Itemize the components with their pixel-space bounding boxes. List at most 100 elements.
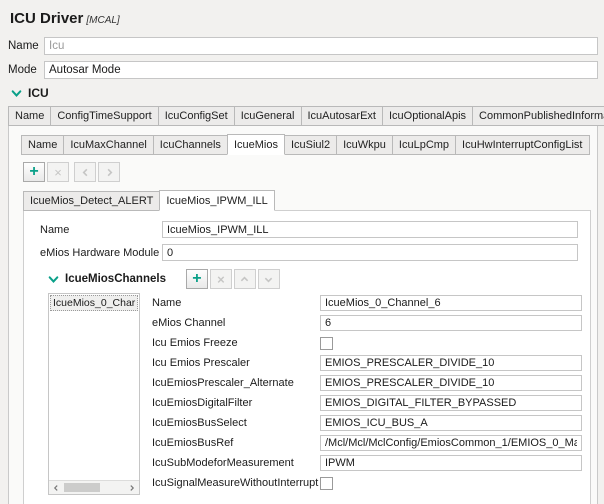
delete-button[interactable]: × [47, 162, 69, 182]
bus-ref-input[interactable] [320, 435, 582, 451]
chevron-right-icon [105, 168, 114, 177]
tab-icugeneral[interactable]: IcuGeneral [233, 106, 302, 126]
channel-list-hscrollbar[interactable] [49, 480, 139, 494]
channels-toolbar: + × [185, 269, 280, 289]
prescaler-alternate-input[interactable] [320, 375, 582, 391]
scroll-right-icon[interactable] [125, 481, 139, 494]
bus-ref-row: IcuEmiosBusRef [152, 433, 582, 453]
icu-emios-freeze-checkbox[interactable] [320, 336, 333, 350]
next-button[interactable] [98, 162, 120, 182]
icu-section-header: ICU [11, 86, 600, 100]
bus-select-input[interactable] [320, 415, 582, 431]
signal-measure-without-interrupt-checkbox[interactable] [320, 476, 333, 490]
page-title: ICU Driver [MCAL] [8, 8, 600, 37]
chevron-up-icon [240, 275, 249, 284]
emios-toolbar: + × [23, 162, 591, 182]
bus-select-label: IcuEmiosBusSelect [152, 417, 247, 429]
signal-measure-without-interrupt-row: IcuSignalMeasureWithoutInterrupt [152, 473, 582, 493]
add-channel-button[interactable]: + [185, 269, 208, 289]
chevron-down-icon [264, 275, 273, 284]
chevron-down-icon[interactable] [11, 88, 22, 99]
icu-emios-prescaler-input[interactable] [320, 355, 582, 371]
name-row: Name [8, 37, 598, 55]
emios-hw-module-row: eMios Hardware Module [40, 244, 578, 261]
tab-icuoptionalapis[interactable]: IcuOptionalApis [381, 106, 474, 126]
add-button[interactable]: + [23, 162, 45, 182]
channel-form: Name eMios Channel Icu Emios Freeze Icu … [152, 293, 582, 495]
delete-icon: × [217, 271, 225, 287]
tab-name-l1[interactable]: Name [8, 106, 52, 126]
page-title-text: ICU Driver [10, 10, 84, 27]
mode-label: Mode [8, 64, 37, 76]
tab-icuemios-detect-alert[interactable]: IcueMios_Detect_ALERT [23, 191, 161, 211]
submode-row: IcuSubModeforMeasurement [152, 453, 582, 473]
move-up-button[interactable] [233, 269, 256, 289]
emios-channel-input[interactable] [320, 315, 582, 331]
emios-channel-label: eMios Channel [152, 317, 226, 329]
channel-list: IcueMios_0_Char [48, 293, 140, 495]
bus-ref-label: IcuEmiosBusRef [152, 437, 234, 449]
channels-section-header: IcueMiosChannels + × [48, 269, 584, 289]
icu-section-label: ICU [28, 86, 49, 100]
tab-icumaxchannel[interactable]: IcuMaxChannel [63, 135, 154, 155]
hscroll-track[interactable] [63, 481, 125, 494]
tab-commonpublishedinformation[interactable]: CommonPublishedInformation [472, 106, 604, 126]
mode-row: Mode [8, 61, 598, 79]
tab-iculpcmp[interactable]: IcuLpCmp [391, 135, 457, 155]
tab-icuemios-ipwm-ill[interactable]: IcueMios_IPWM_ILL [159, 190, 275, 211]
emios-instance-tabs: IcueMios_Detect_ALERT IcueMios_IPWM_ILL [15, 190, 591, 211]
icu-emios-prescaler-row: Icu Emios Prescaler [152, 353, 582, 373]
channels-body: IcueMios_0_Char Name eMios Channel [48, 293, 584, 495]
move-down-button[interactable] [257, 269, 280, 289]
icu-tabs-level2: Name IcuMaxChannel IcuChannels IcueMios … [15, 134, 591, 155]
prescaler-alternate-label: IcuEmiosPrescaler_Alternate [152, 377, 294, 389]
tab-icuautosarext[interactable]: IcuAutosarExt [300, 106, 383, 126]
scroll-left-icon[interactable] [49, 481, 63, 494]
prescaler-alternate-row: IcuEmiosPrescaler_Alternate [152, 373, 582, 393]
page-subtitle: [MCAL] [86, 15, 120, 26]
icu-emios-freeze-row: Icu Emios Freeze [152, 333, 582, 353]
name-label: Name [8, 40, 39, 52]
emios-name-input[interactable] [162, 221, 578, 238]
chevron-down-icon[interactable] [48, 274, 59, 285]
channels-section-label: IcueMiosChannels [65, 273, 166, 285]
delete-icon: × [54, 164, 62, 180]
emios-hw-module-input[interactable] [162, 244, 578, 261]
mode-input[interactable] [44, 61, 598, 79]
tab-icuemios[interactable]: IcueMios [226, 134, 285, 155]
prev-button[interactable] [74, 162, 96, 182]
emios-hw-module-label: eMios Hardware Module [40, 246, 160, 259]
digital-filter-label: IcuEmiosDigitalFilter [152, 397, 253, 409]
channel-name-label: Name [152, 297, 182, 309]
bus-select-row: IcuEmiosBusSelect [152, 413, 582, 433]
icu-emios-freeze-label: Icu Emios Freeze [152, 337, 238, 349]
list-item[interactable]: IcueMios_0_Char [50, 295, 138, 311]
digital-filter-row: IcuEmiosDigitalFilter [152, 393, 582, 413]
tab-icuconfigset[interactable]: IcuConfigSet [157, 106, 235, 126]
tab-name-l2[interactable]: Name [21, 135, 65, 155]
tab-configtimesupport[interactable]: ConfigTimeSupport [50, 106, 159, 126]
emios-channel-row: eMios Channel [152, 313, 582, 333]
signal-measure-without-interrupt-label: IcuSignalMeasureWithoutInterrupt [152, 477, 319, 489]
emios-instance-panel: Name eMios Hardware Module IcueMiosChann… [23, 210, 591, 504]
hscroll-thumb[interactable] [64, 483, 100, 492]
digital-filter-input[interactable] [320, 395, 582, 411]
emios-name-label: Name [40, 223, 70, 236]
channel-list-items: IcueMios_0_Char [49, 294, 139, 480]
submode-label: IcuSubModeforMeasurement [152, 457, 294, 469]
tab-icuchannels[interactable]: IcuChannels [152, 135, 228, 155]
icu-emios-prescaler-label: Icu Emios Prescaler [152, 357, 250, 369]
icu-tabs-level1: Name ConfigTimeSupport IcuConfigSet IcuG… [8, 106, 604, 126]
icu-tab-content-panel: Name IcuMaxChannel IcuChannels IcueMios … [8, 125, 598, 504]
plus-icon: + [29, 163, 39, 180]
submode-input[interactable] [320, 455, 582, 471]
tab-icusiul2[interactable]: IcuSiul2 [283, 135, 338, 155]
tab-icuhwinterruptconfiglist[interactable]: IcuHwInterruptConfigList [455, 135, 590, 155]
tab-icuwkpu[interactable]: IcuWkpu [336, 135, 393, 155]
emios-name-row: Name [40, 221, 578, 238]
plus-icon: + [192, 270, 202, 287]
channel-name-input[interactable] [320, 295, 582, 311]
delete-channel-button[interactable]: × [209, 269, 232, 289]
name-input[interactable] [44, 37, 598, 55]
icu-driver-editor: ICU Driver[MCAL] Name Mode ICU Name Conf… [0, 0, 604, 504]
